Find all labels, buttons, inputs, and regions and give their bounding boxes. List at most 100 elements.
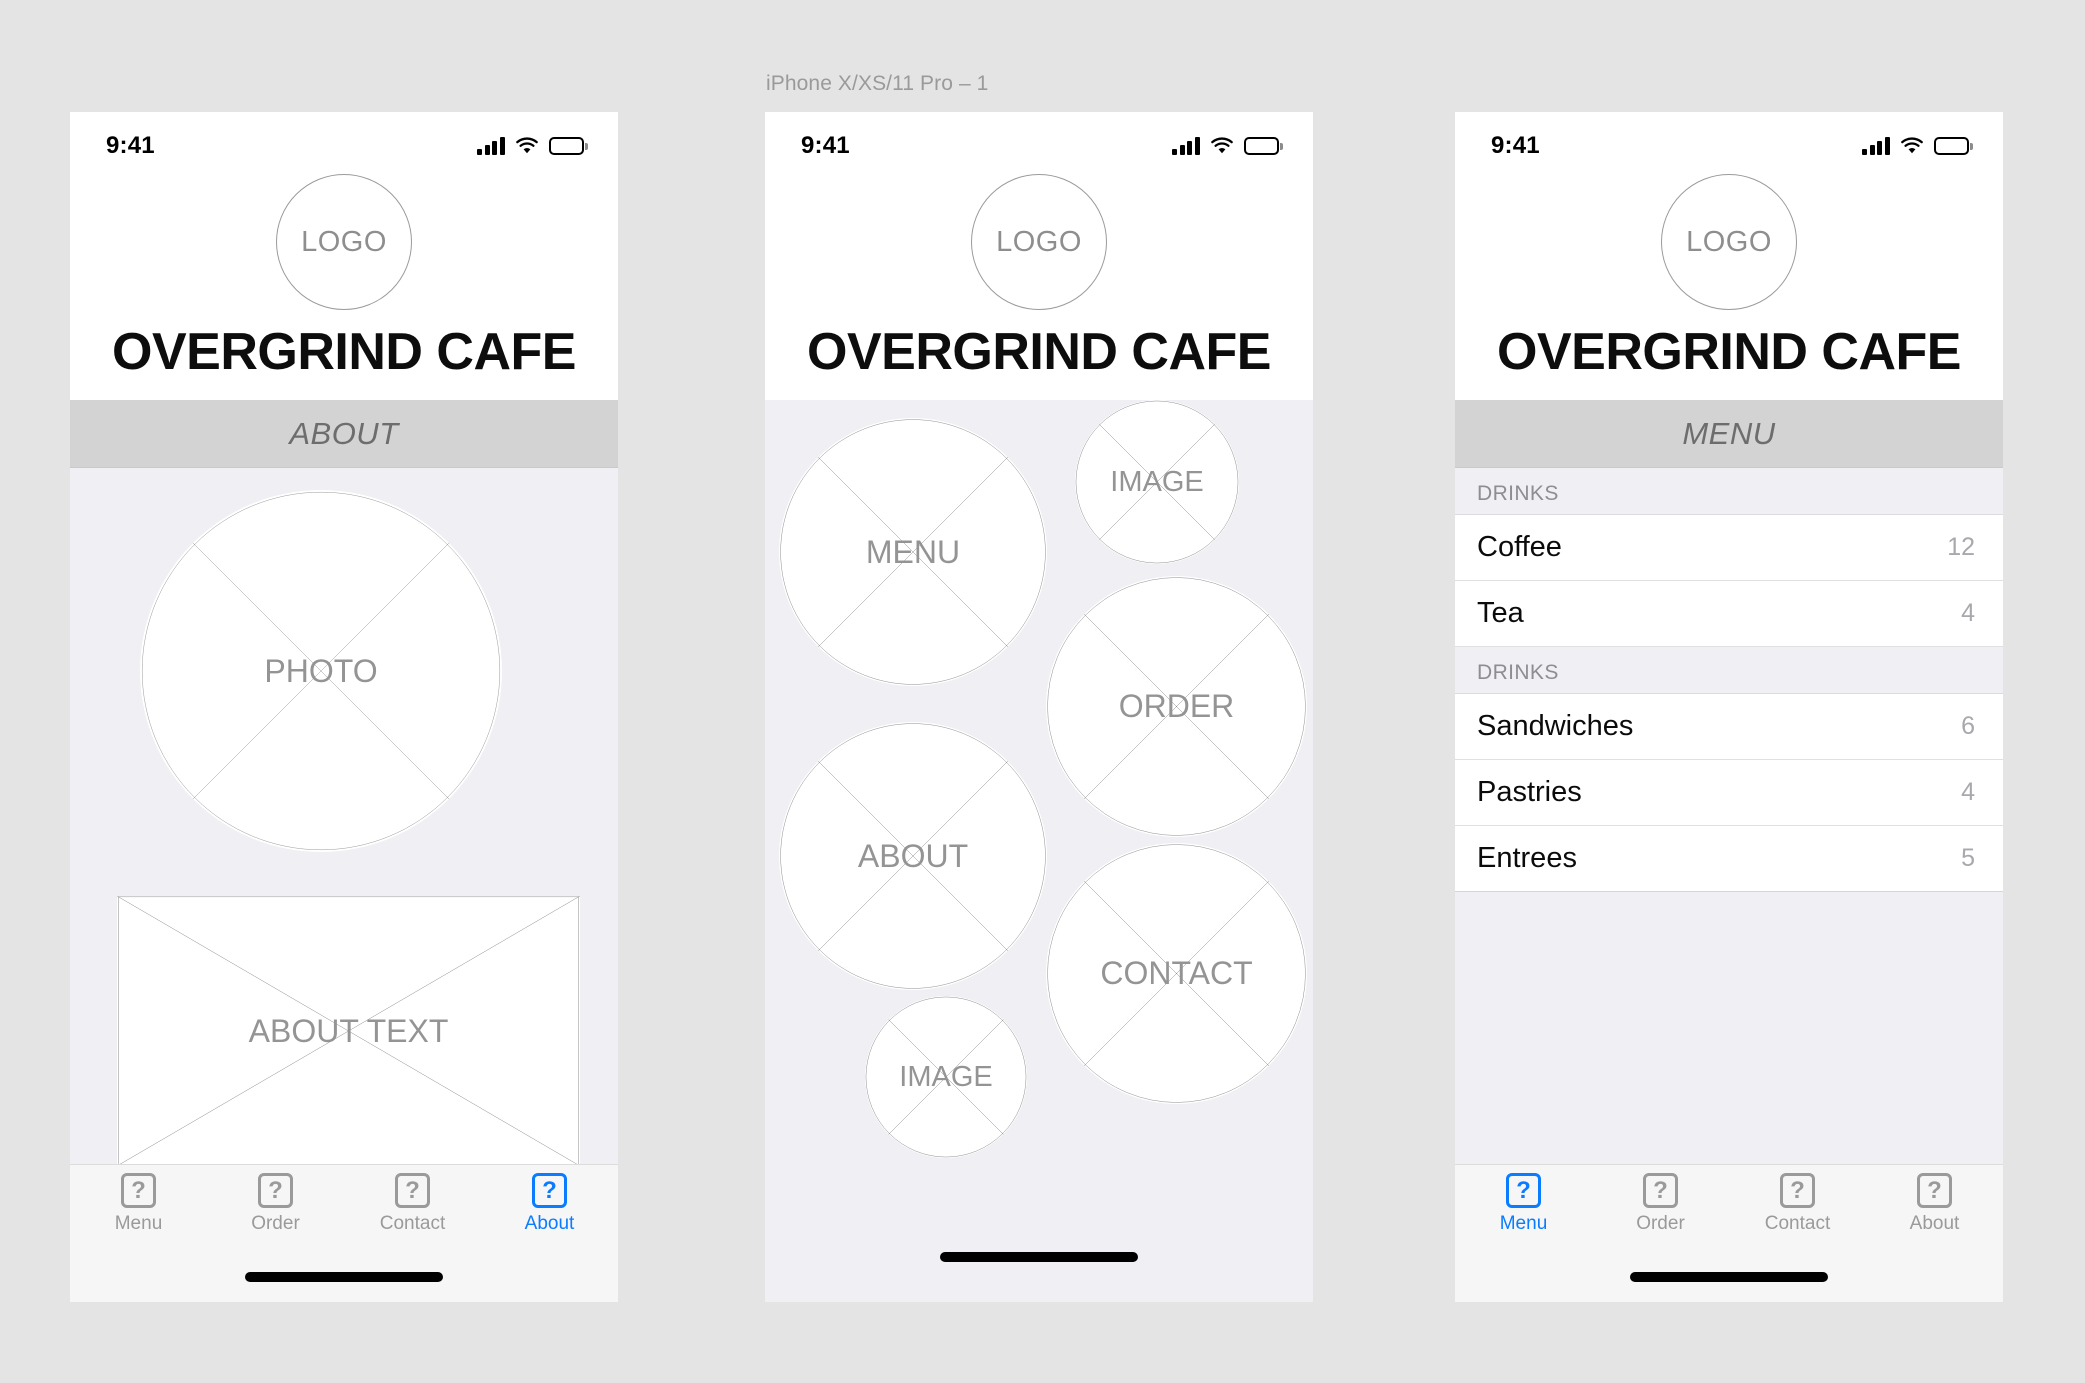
logo-placeholder: LOGO [276, 174, 412, 310]
battery-full-icon [548, 137, 588, 155]
list-item-value: 4 [1961, 778, 1975, 806]
logo-label: LOGO [996, 225, 1082, 258]
order-circle-placeholder[interactable]: ORDER [1046, 576, 1307, 837]
menu-list: DRINKS Coffee 12 Tea 4 DRINKS Sandwiches… [1455, 468, 2003, 1190]
photo-placeholder[interactable]: PHOTO [140, 490, 502, 852]
about-content: PHOTO ABOUT TEXT [70, 468, 618, 1190]
tab-contact-label: Contact [379, 1213, 446, 1234]
list-item-label: Sandwiches [1477, 710, 1634, 742]
question-placeholder-icon: ? [1643, 1173, 1678, 1208]
wifi-icon [1210, 137, 1234, 155]
status-icons [477, 137, 588, 155]
question-placeholder-icon: ? [395, 1173, 430, 1208]
about-circle-placeholder[interactable]: ABOUT [779, 722, 1047, 990]
order-circle-label: ORDER [1118, 688, 1235, 724]
home-indicator [940, 1252, 1138, 1262]
list-section-header: DRINKS [1455, 647, 2003, 694]
tab-about-label: About [1909, 1213, 1960, 1234]
about-text-placeholder[interactable]: ABOUT TEXT [117, 896, 580, 1166]
status-icons [1862, 137, 1973, 155]
tab-contact[interactable]: ? Contact [344, 1173, 481, 1251]
about-text-placeholder-label: ABOUT TEXT [248, 1012, 449, 1049]
home-indicator [245, 1272, 443, 1282]
logo-label: LOGO [1686, 225, 1772, 258]
image-circle-label-2: IMAGE [899, 1060, 993, 1093]
question-placeholder-icon: ? [1917, 1173, 1952, 1208]
contact-circle-label: CONTACT [1100, 955, 1253, 991]
wifi-icon [1900, 137, 1924, 155]
image-circle-placeholder-2[interactable]: IMAGE [865, 996, 1027, 1158]
tab-contact[interactable]: ? Contact [1729, 1173, 1866, 1251]
signal-bars-icon [1862, 137, 1890, 155]
logo-placeholder: LOGO [971, 174, 1107, 310]
section-bar-menu: MENU [1455, 400, 2003, 468]
logo-label: LOGO [301, 225, 387, 258]
battery-full-icon [1243, 137, 1283, 155]
brand-header: LOGO OVERGRIND CAFE [70, 170, 618, 400]
tab-about-label: About [524, 1213, 575, 1234]
list-item-value: 12 [1947, 533, 1975, 561]
image-circle-placeholder-1[interactable]: IMAGE [1075, 400, 1239, 564]
list-item-label: Pastries [1477, 776, 1582, 808]
tab-about[interactable]: ? About [1866, 1173, 2003, 1251]
contact-circle-placeholder[interactable]: CONTACT [1046, 843, 1307, 1104]
status-time: 9:41 [1491, 132, 1540, 159]
tab-menu-label: Menu [1499, 1213, 1548, 1234]
tab-menu[interactable]: ? Menu [70, 1173, 207, 1251]
image-circle-label-1: IMAGE [1110, 465, 1204, 498]
list-item[interactable]: Pastries 4 [1455, 760, 2003, 826]
phone-screen-menu: 9:41 LOGO OVERGRIND CAFE MENU DRINKS Cof… [1455, 112, 2003, 1302]
status-time: 9:41 [106, 132, 155, 159]
tab-bar-about: ? Menu ? Order ? Contact ? About [70, 1164, 618, 1302]
signal-bars-icon [477, 137, 505, 155]
brand-header: LOGO OVERGRIND CAFE [1455, 170, 2003, 400]
status-time: 9:41 [801, 132, 850, 159]
question-placeholder-icon: ? [532, 1173, 567, 1208]
status-icons [1172, 137, 1283, 155]
about-circle-label: ABOUT [857, 837, 969, 874]
tab-about[interactable]: ? About [481, 1173, 618, 1251]
question-placeholder-icon: ? [258, 1173, 293, 1208]
page-title: OVERGRIND CAFE [112, 323, 576, 381]
list-item-label: Tea [1477, 597, 1524, 629]
phone-screen-home: 9:41 LOGO OVERGRIND CAFE MENU IMAGE ORDE… [765, 112, 1313, 1302]
section-bar-label: ABOUT [289, 415, 399, 451]
list-item-value: 6 [1961, 712, 1975, 740]
question-placeholder-icon: ? [1780, 1173, 1815, 1208]
list-section-header: DRINKS [1455, 468, 2003, 515]
page-title: OVERGRIND CAFE [1497, 323, 1961, 381]
list-item[interactable]: Coffee 12 [1455, 515, 2003, 581]
list-item-value: 4 [1961, 599, 1975, 627]
brand-header: LOGO OVERGRIND CAFE [765, 170, 1313, 400]
list-item-value: 5 [1961, 844, 1975, 872]
status-bar: 9:41 [70, 112, 618, 170]
home-indicator [1630, 1272, 1828, 1282]
tab-order[interactable]: ? Order [1592, 1173, 1729, 1251]
tab-order-label: Order [1636, 1213, 1685, 1234]
wifi-icon [515, 137, 539, 155]
menu-circle-placeholder[interactable]: MENU [779, 418, 1047, 686]
section-bar-label: MENU [1682, 415, 1776, 451]
tab-menu-label: Menu [114, 1213, 163, 1234]
list-item-label: Coffee [1477, 531, 1562, 563]
tab-order[interactable]: ? Order [207, 1173, 344, 1251]
photo-placeholder-label: PHOTO [264, 652, 378, 689]
section-bar-about: ABOUT [70, 400, 618, 468]
list-item[interactable]: Tea 4 [1455, 581, 2003, 647]
page-title: OVERGRIND CAFE [807, 323, 1271, 381]
tab-order-label: Order [251, 1213, 300, 1234]
signal-bars-icon [1172, 137, 1200, 155]
list-item[interactable]: Sandwiches 6 [1455, 694, 2003, 760]
question-placeholder-icon: ? [121, 1173, 156, 1208]
tab-bar-menu: ? Menu ? Order ? Contact ? About [1455, 1164, 2003, 1302]
home-content: MENU IMAGE ORDER ABOUT CONTACT IMAGE [765, 400, 1313, 1255]
status-bar: 9:41 [765, 112, 1313, 170]
artboard-label: iPhone X/XS/11 Pro – 1 [766, 72, 989, 95]
status-bar: 9:41 [1455, 112, 2003, 170]
wireframe-canvas: iPhone X/XS/11 Pro – 1 9:41 LOGO OVERGRI… [0, 0, 2085, 1383]
list-item-label: Entrees [1477, 842, 1577, 874]
list-item[interactable]: Entrees 5 [1455, 826, 2003, 892]
tab-menu[interactable]: ? Menu [1455, 1173, 1592, 1251]
battery-full-icon [1933, 137, 1973, 155]
tab-contact-label: Contact [1764, 1213, 1831, 1234]
